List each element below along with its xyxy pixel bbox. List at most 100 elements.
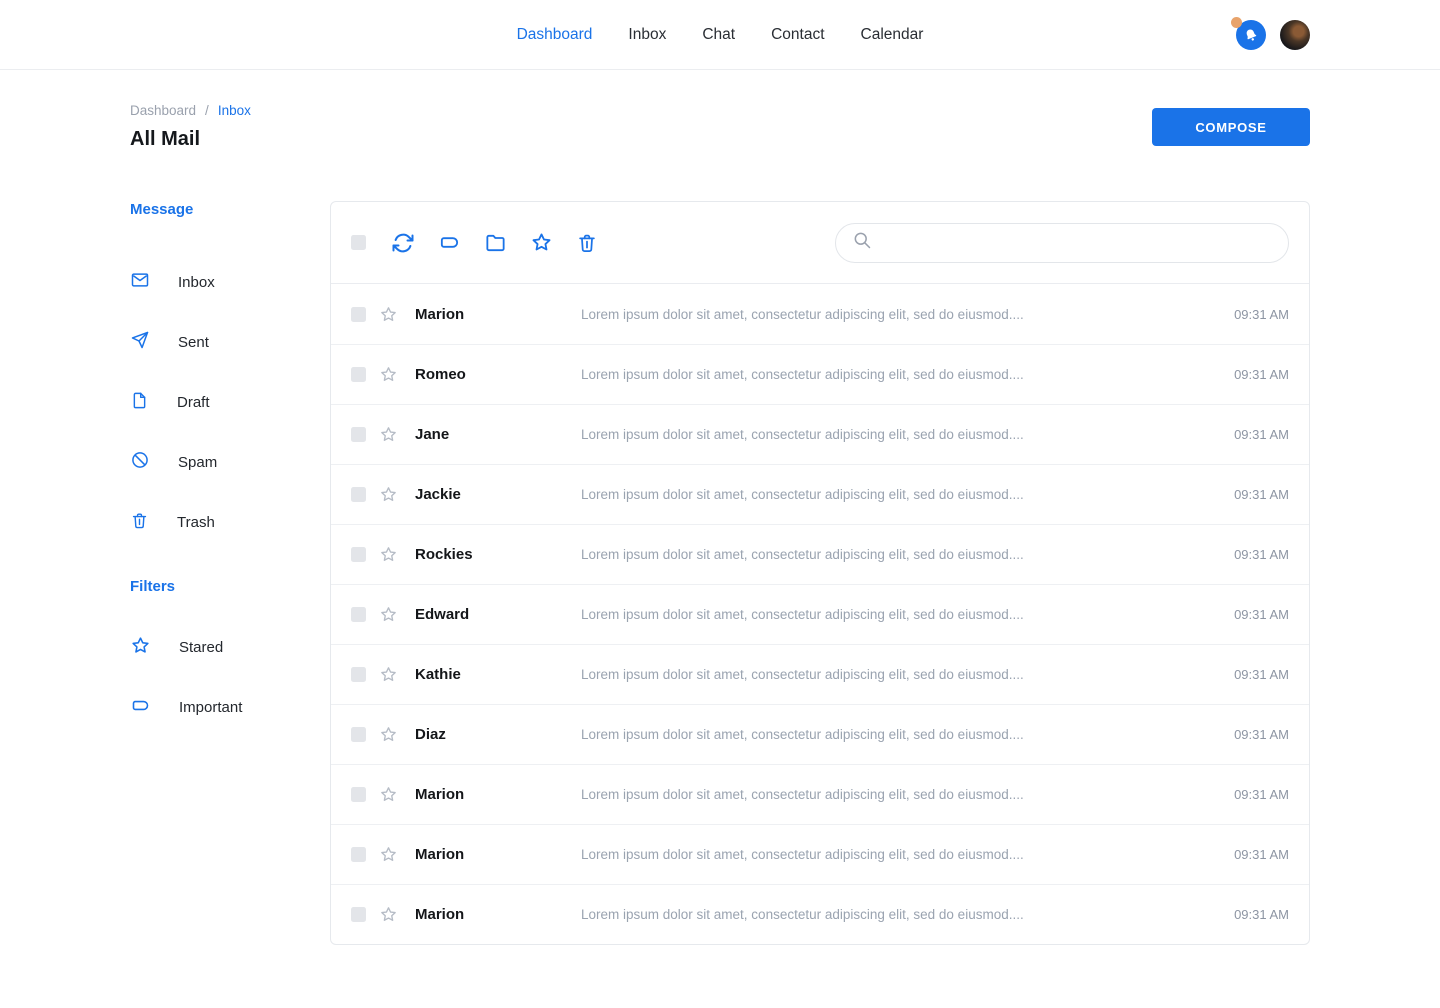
nav-item-contact[interactable]: Contact bbox=[771, 26, 824, 44]
notification-badge bbox=[1231, 17, 1242, 28]
sidebar-section-filters: Filters bbox=[130, 578, 330, 595]
email-time: 09:31 AM bbox=[1213, 787, 1289, 802]
email-time: 09:31 AM bbox=[1213, 727, 1289, 742]
breadcrumb-dashboard[interactable]: Dashboard bbox=[130, 103, 196, 118]
trash-icon[interactable] bbox=[576, 232, 598, 254]
star-icon[interactable] bbox=[379, 545, 398, 564]
row-checkbox[interactable] bbox=[351, 847, 366, 862]
trash-icon bbox=[130, 511, 149, 534]
row-checkbox[interactable] bbox=[351, 427, 366, 442]
sidebar-item-important[interactable]: Important bbox=[130, 677, 330, 737]
sidebar: Message Inbox Sent bbox=[130, 201, 330, 945]
email-preview: Lorem ipsum dolor sit amet, consectetur … bbox=[581, 907, 1213, 922]
star-icon bbox=[130, 635, 151, 660]
label-icon[interactable] bbox=[438, 231, 461, 254]
folder-icon[interactable] bbox=[484, 231, 507, 254]
label-icon bbox=[130, 695, 151, 720]
breadcrumb-inbox[interactable]: Inbox bbox=[218, 103, 251, 118]
title-block: Dashboard / Inbox All Mail bbox=[130, 103, 251, 151]
page-head: Dashboard / Inbox All Mail COMPOSE bbox=[130, 103, 1310, 151]
email-row[interactable]: Edward Lorem ipsum dolor sit amet, conse… bbox=[331, 584, 1309, 644]
email-sender: Jackie bbox=[415, 486, 581, 503]
star-icon[interactable] bbox=[379, 905, 398, 924]
email-sender: Rockies bbox=[415, 546, 581, 563]
email-row[interactable]: Marion Lorem ipsum dolor sit amet, conse… bbox=[331, 284, 1309, 344]
email-preview: Lorem ipsum dolor sit amet, consectetur … bbox=[581, 787, 1213, 802]
email-preview: Lorem ipsum dolor sit amet, consectetur … bbox=[581, 487, 1213, 502]
row-checkbox[interactable] bbox=[351, 487, 366, 502]
compose-button[interactable]: COMPOSE bbox=[1152, 108, 1310, 146]
sidebar-item-inbox[interactable]: Inbox bbox=[130, 252, 330, 312]
nav-item-inbox[interactable]: Inbox bbox=[628, 26, 666, 44]
sidebar-item-stared[interactable]: Stared bbox=[130, 617, 330, 677]
email-row[interactable]: Marion Lorem ipsum dolor sit amet, conse… bbox=[331, 764, 1309, 824]
sidebar-item-sent[interactable]: Sent bbox=[130, 312, 330, 372]
email-time: 09:31 AM bbox=[1213, 367, 1289, 382]
row-checkbox[interactable] bbox=[351, 367, 366, 382]
email-time: 09:31 AM bbox=[1213, 907, 1289, 922]
email-preview: Lorem ipsum dolor sit amet, consectetur … bbox=[581, 427, 1213, 442]
sidebar-item-label: Important bbox=[179, 699, 242, 716]
email-time: 09:31 AM bbox=[1213, 307, 1289, 322]
send-icon bbox=[130, 330, 150, 354]
sidebar-item-draft[interactable]: Draft bbox=[130, 372, 330, 432]
star-icon[interactable] bbox=[379, 605, 398, 624]
nav-item-calendar[interactable]: Calendar bbox=[861, 26, 924, 44]
breadcrumb-separator: / bbox=[205, 103, 209, 118]
nav-item-dashboard[interactable]: Dashboard bbox=[517, 26, 593, 44]
star-icon[interactable] bbox=[379, 305, 398, 324]
sidebar-item-label: Inbox bbox=[178, 274, 215, 291]
sidebar-filters-list: Stared Important bbox=[130, 617, 330, 737]
search-input[interactable] bbox=[882, 235, 1272, 251]
email-time: 09:31 AM bbox=[1213, 427, 1289, 442]
row-checkbox[interactable] bbox=[351, 667, 366, 682]
star-icon[interactable] bbox=[379, 425, 398, 444]
row-checkbox[interactable] bbox=[351, 727, 366, 742]
sidebar-item-label: Spam bbox=[178, 454, 217, 471]
email-row[interactable]: Romeo Lorem ipsum dolor sit amet, consec… bbox=[331, 344, 1309, 404]
email-row[interactable]: Jackie Lorem ipsum dolor sit amet, conse… bbox=[331, 464, 1309, 524]
star-icon[interactable] bbox=[379, 725, 398, 744]
star-icon[interactable] bbox=[379, 785, 398, 804]
header-actions bbox=[1236, 0, 1310, 70]
row-checkbox[interactable] bbox=[351, 547, 366, 562]
email-row[interactable]: Marion Lorem ipsum dolor sit amet, conse… bbox=[331, 824, 1309, 884]
email-row[interactable]: Marion Lorem ipsum dolor sit amet, conse… bbox=[331, 884, 1309, 944]
sidebar-item-trash[interactable]: Trash bbox=[130, 492, 330, 552]
sidebar-message-list: Inbox Sent Draft bbox=[130, 252, 330, 552]
email-row[interactable]: Rockies Lorem ipsum dolor sit amet, cons… bbox=[331, 524, 1309, 584]
user-avatar[interactable] bbox=[1280, 20, 1310, 50]
star-icon[interactable] bbox=[379, 365, 398, 384]
email-row[interactable]: Kathie Lorem ipsum dolor sit amet, conse… bbox=[331, 644, 1309, 704]
main-nav: Dashboard Inbox Chat Contact Calendar bbox=[517, 26, 924, 44]
star-icon[interactable] bbox=[379, 665, 398, 684]
page-title: All Mail bbox=[130, 128, 251, 151]
email-row[interactable]: Diaz Lorem ipsum dolor sit amet, consect… bbox=[331, 704, 1309, 764]
sidebar-item-label: Sent bbox=[178, 334, 209, 351]
star-icon[interactable] bbox=[379, 845, 398, 864]
star-icon[interactable] bbox=[379, 485, 398, 504]
search-icon bbox=[852, 230, 872, 255]
row-checkbox[interactable] bbox=[351, 307, 366, 322]
email-sender: Marion bbox=[415, 906, 581, 923]
row-checkbox[interactable] bbox=[351, 607, 366, 622]
nav-item-chat[interactable]: Chat bbox=[702, 26, 735, 44]
email-sender: Marion bbox=[415, 846, 581, 863]
content: Message Inbox Sent bbox=[130, 201, 1310, 945]
star-icon[interactable] bbox=[530, 231, 553, 254]
email-preview: Lorem ipsum dolor sit amet, consectetur … bbox=[581, 667, 1213, 682]
email-row[interactable]: Jane Lorem ipsum dolor sit amet, consect… bbox=[331, 404, 1309, 464]
sidebar-item-spam[interactable]: Spam bbox=[130, 432, 330, 492]
block-icon bbox=[130, 450, 150, 474]
email-time: 09:31 AM bbox=[1213, 487, 1289, 502]
row-checkbox[interactable] bbox=[351, 787, 366, 802]
select-all-checkbox[interactable] bbox=[351, 235, 366, 250]
sidebar-section-message: Message bbox=[130, 201, 330, 218]
row-checkbox[interactable] bbox=[351, 907, 366, 922]
top-nav: Dashboard Inbox Chat Contact Calendar bbox=[0, 0, 1440, 70]
notification-bell-icon[interactable] bbox=[1236, 20, 1266, 50]
sidebar-item-label: Trash bbox=[177, 514, 215, 531]
email-preview: Lorem ipsum dolor sit amet, consectetur … bbox=[581, 367, 1213, 382]
email-preview: Lorem ipsum dolor sit amet, consectetur … bbox=[581, 727, 1213, 742]
refresh-icon[interactable] bbox=[391, 231, 415, 255]
